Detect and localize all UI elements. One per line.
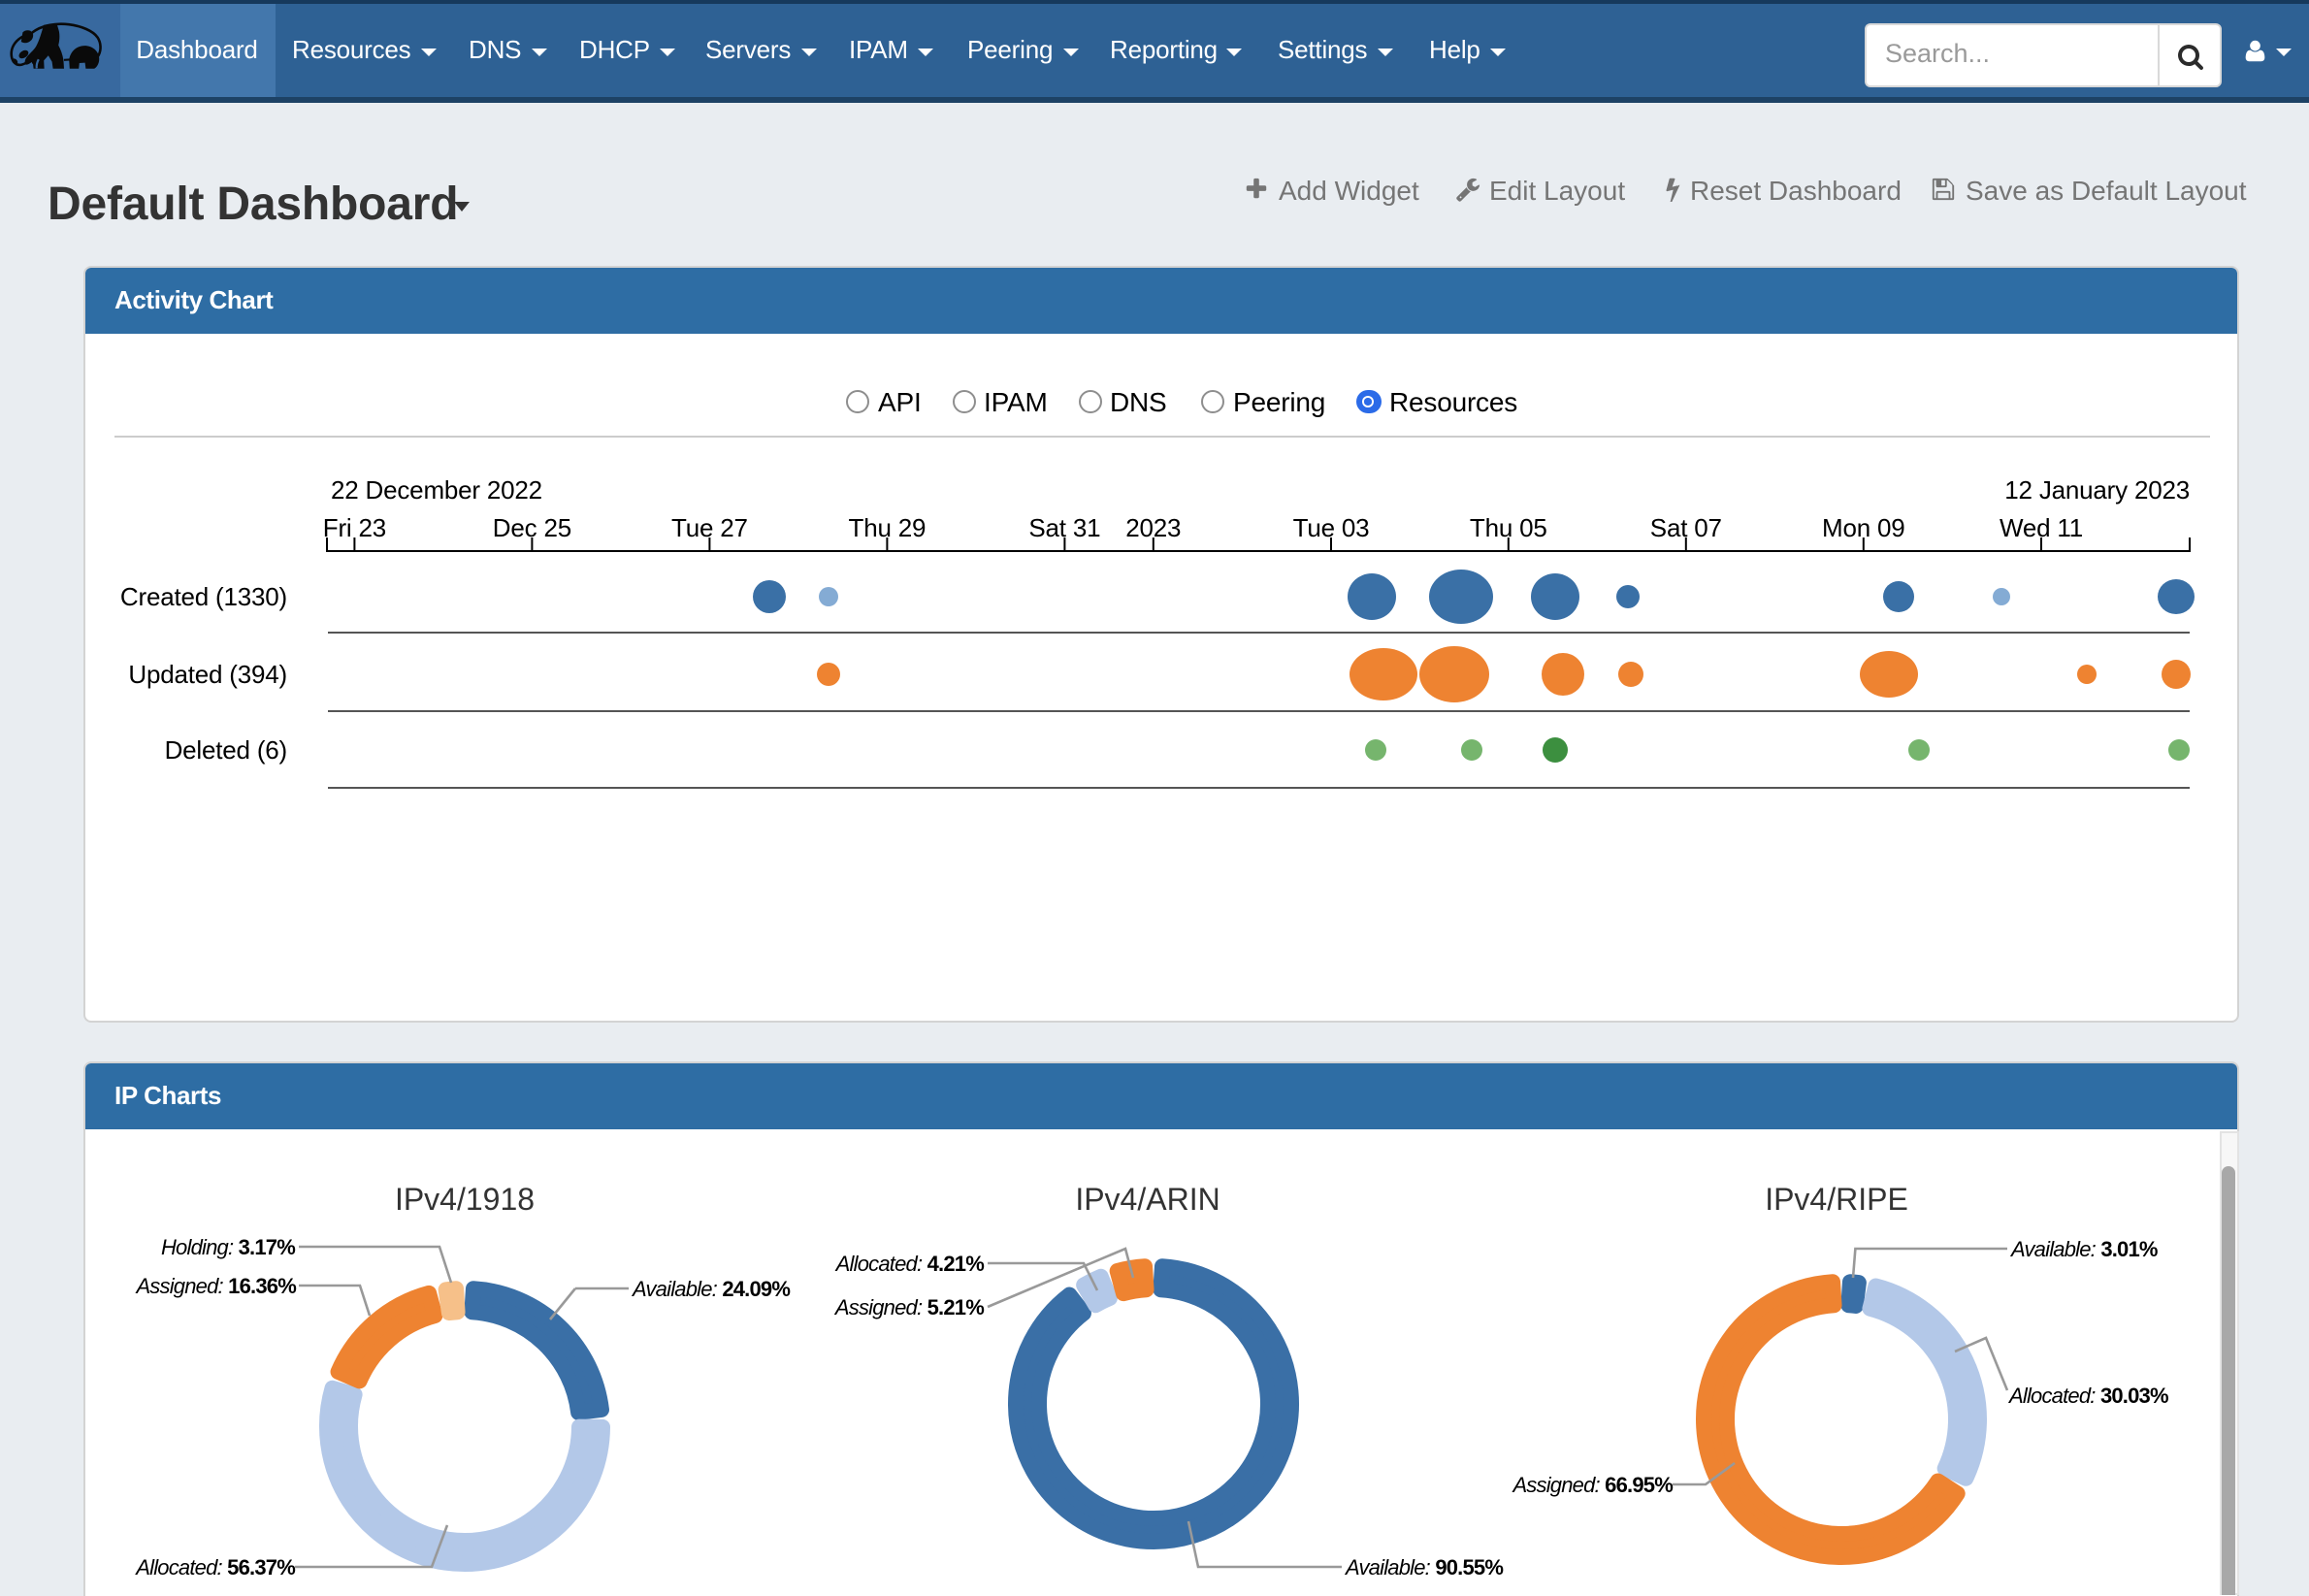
svg-text:12 January 2023: 12 January 2023 [2004, 475, 2190, 505]
svg-text:IPv4/1918: IPv4/1918 [394, 1182, 534, 1217]
svg-text:22 December 2022: 22 December 2022 [331, 475, 542, 505]
svg-text:Allocated: 56.37%: Allocated: 56.37% [133, 1555, 294, 1580]
svg-text:Allocated: 30.03%: Allocated: 30.03% [2006, 1384, 2167, 1408]
svg-text:IPv4/ARIN: IPv4/ARIN [1074, 1182, 1219, 1217]
svg-text:Available: 24.09%: Available: 24.09% [630, 1277, 789, 1301]
svg-text:Assigned: 66.95%: Assigned: 66.95% [1510, 1473, 1672, 1497]
svg-text:Allocated: 4.21%: Allocated: 4.21% [833, 1252, 984, 1276]
svg-text:Deleted (6): Deleted (6) [165, 735, 287, 765]
svg-text:Available: 90.55%: Available: 90.55% [1343, 1555, 1502, 1580]
svg-text:IPv4/RIPE: IPv4/RIPE [1764, 1182, 1907, 1217]
svg-text:Available: 3.01%: Available: 3.01% [2008, 1237, 2157, 1261]
svg-text:Assigned: 16.36%: Assigned: 16.36% [133, 1274, 295, 1298]
svg-text:Holding: 3.17%: Holding: 3.17% [160, 1235, 294, 1259]
svg-text:Created (1330): Created (1330) [120, 582, 287, 611]
svg-text:Updated (394): Updated (394) [128, 660, 287, 689]
svg-text:Assigned: 5.21%: Assigned: 5.21% [832, 1295, 983, 1319]
